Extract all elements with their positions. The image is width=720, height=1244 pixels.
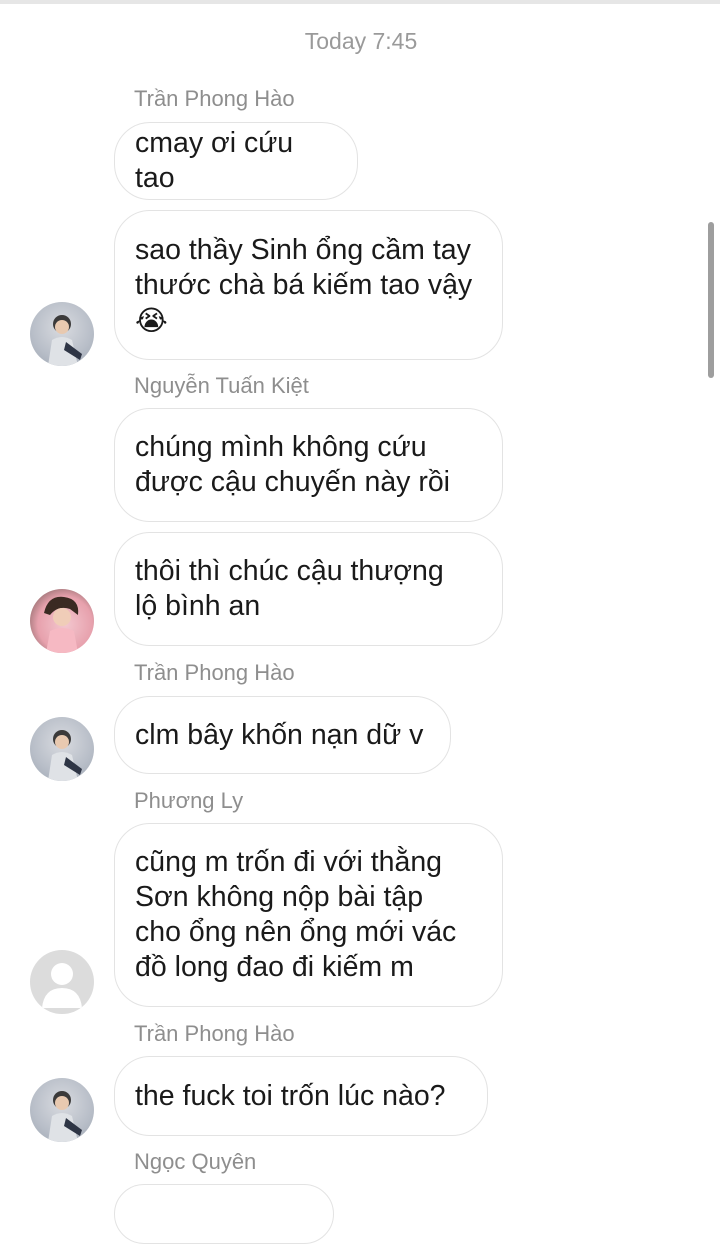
avatar[interactable] (30, 302, 94, 366)
avatar[interactable] (30, 717, 94, 781)
message-text: sao thầy Sinh ổng cầm tay (135, 233, 471, 266)
message-bubble[interactable]: cmay ơi cứu tao (114, 122, 358, 200)
avatar[interactable] (30, 1078, 94, 1142)
loudly-crying-face-icon: 😭 (135, 304, 168, 336)
message-bubble-partial[interactable] (114, 1184, 334, 1244)
message-text: the fuck toi trốn lúc nào? (135, 1079, 446, 1112)
sender-name: Nguyễn Tuấn Kiệt (134, 373, 309, 398)
message-text: được cậu chuyến này rồi (135, 466, 451, 498)
message-bubble[interactable]: clm bây khốn nạn dữ v (114, 696, 451, 774)
sender-name: Trần Phong Hào (134, 660, 295, 685)
person-avatar-icon (44, 596, 79, 653)
scrollbar[interactable] (708, 222, 714, 378)
timestamp: Today 7:45 (304, 28, 418, 54)
message-bubble[interactable]: chúng mình không cứu được cậu chuyến này… (114, 408, 503, 522)
sender-name: Ngọc Quyên (134, 1149, 257, 1174)
message-bubble[interactable]: cũng m trốn đi với thằng Sơn không nộp b… (114, 823, 503, 1007)
message-bubble[interactable]: sao thầy Sinh ổng cầm tay thước chà bá k… (114, 210, 503, 360)
sender-name: Phương Ly (134, 788, 244, 813)
avatar[interactable] (30, 589, 94, 653)
message-text: thước chà bá kiếm tao vậy (135, 268, 473, 301)
default-profile-icon (42, 963, 82, 1008)
sender-name: Trần Phong Hào (134, 1021, 295, 1046)
message-text: thôi thì chúc cậu thượng (135, 555, 444, 587)
message-text: đồ long đao đi kiếm m (135, 951, 414, 983)
message-text: chúng mình không cứu (135, 431, 427, 463)
message-bubble[interactable]: thôi thì chúc cậu thượng lộ bình an (114, 532, 503, 646)
message-bubble[interactable]: the fuck toi trốn lúc nào? (114, 1056, 488, 1136)
message-text: cho ổng nên ổng mới vác (135, 916, 457, 948)
message-text: cũng m trốn đi với thằng (135, 846, 443, 878)
person-avatar-icon (48, 730, 82, 781)
sender-name: Trần Phong Hào (134, 86, 295, 111)
person-avatar-icon (48, 315, 82, 366)
message-text: clm bây khốn nạn dữ v (135, 718, 424, 751)
top-edge (0, 0, 720, 4)
message-text: lộ bình an (135, 590, 261, 622)
avatar[interactable] (30, 950, 94, 1014)
message-text: Sơn không nộp bài tập (135, 881, 424, 913)
message-text: cmay ơi cứu tao (135, 127, 294, 194)
person-avatar-icon (48, 1091, 82, 1142)
